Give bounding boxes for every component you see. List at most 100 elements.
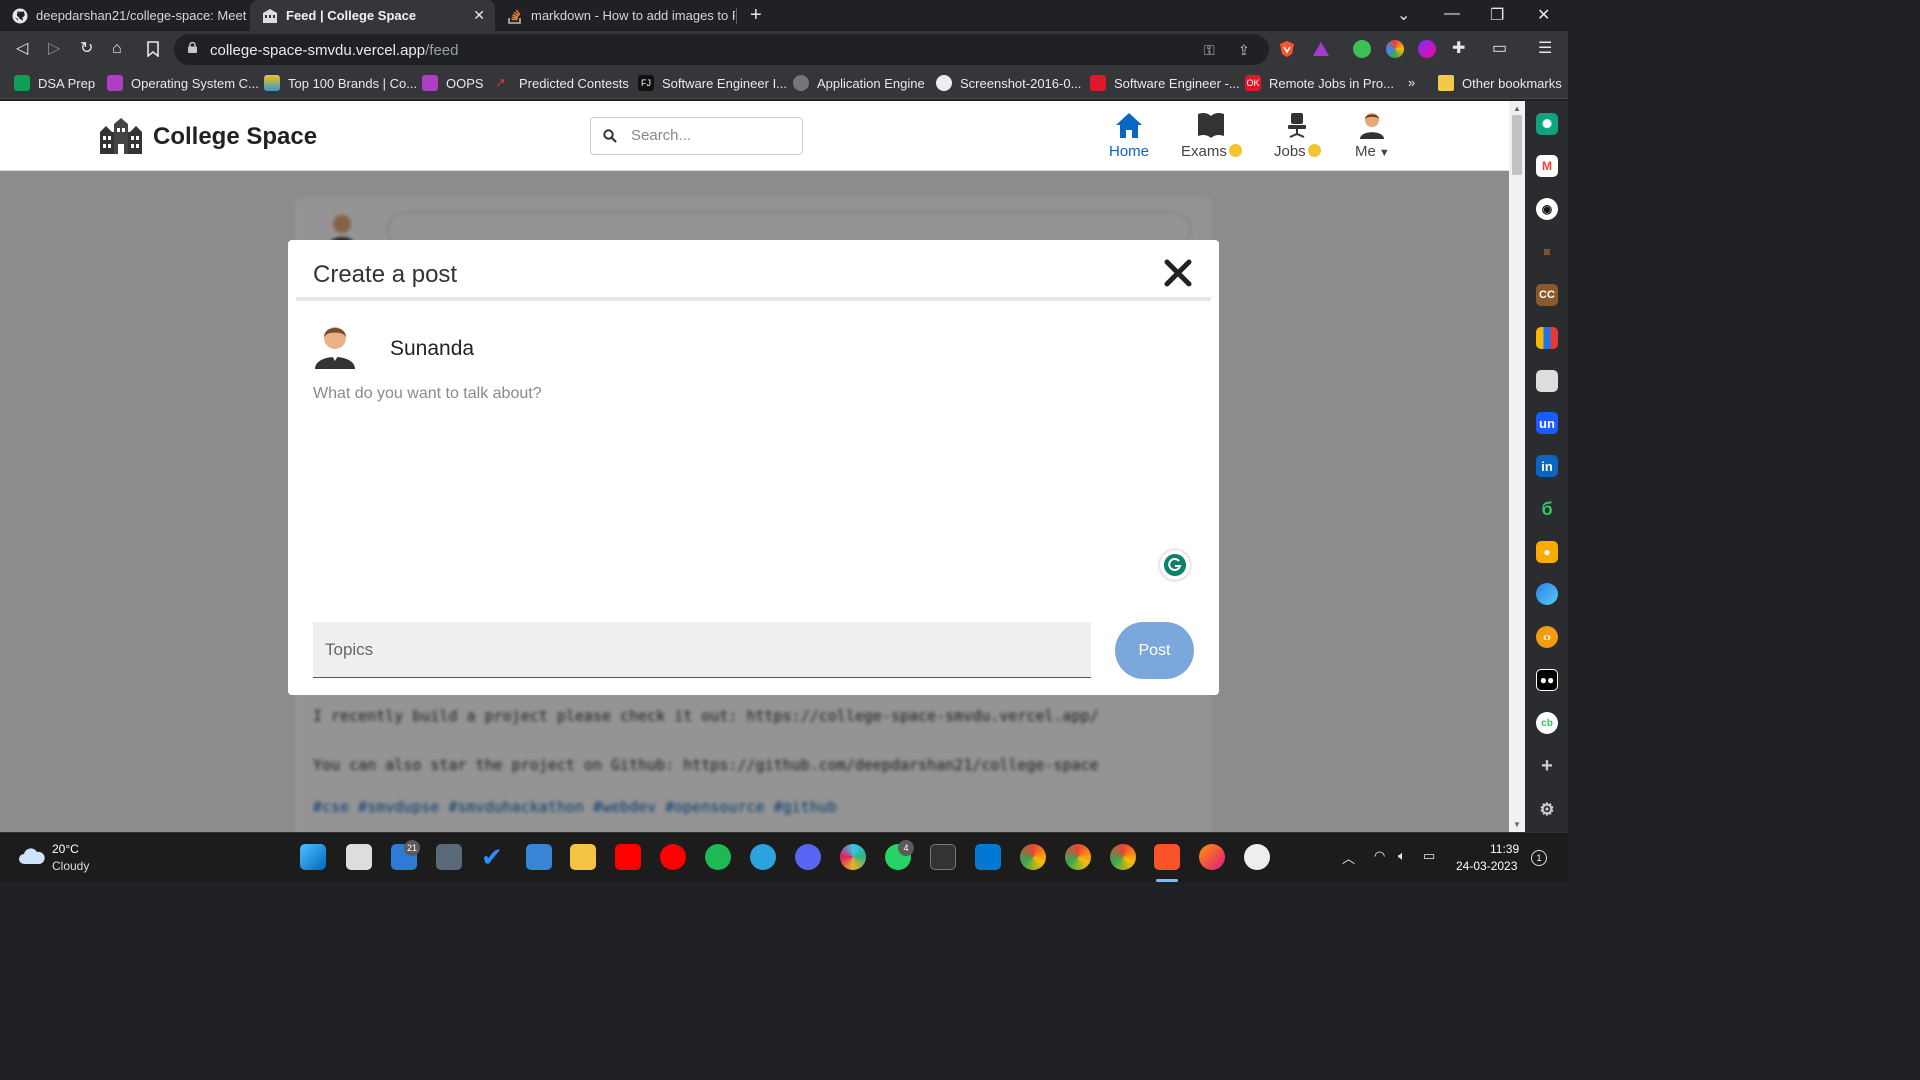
share-icon[interactable]: ⇪ — [1238, 42, 1250, 59]
keep-icon[interactable]: ● — [1536, 541, 1558, 563]
tab-search-icon[interactable]: ⌄ — [1397, 5, 1410, 25]
add-panel-icon[interactable]: + — [1536, 755, 1558, 777]
chrome-canary-icon[interactable] — [1110, 844, 1136, 870]
medium-icon[interactable]: ●● — [1536, 669, 1558, 691]
forward-button[interactable]: ▷ — [48, 40, 60, 58]
topics-input[interactable] — [313, 622, 1091, 678]
unstop-icon[interactable]: un — [1536, 412, 1558, 434]
start-icon[interactable] — [300, 844, 326, 870]
terminal-icon[interactable] — [930, 844, 956, 870]
stackoverflow-icon[interactable]: ≡ — [1536, 241, 1558, 263]
post-button[interactable]: Post — [1115, 622, 1194, 679]
brave-rewards-icon[interactable] — [1312, 40, 1330, 58]
youtube-icon[interactable] — [615, 844, 641, 870]
scroll-up-icon[interactable]: ▲ — [1513, 104, 1521, 113]
battery-icon[interactable]: ▭ — [1423, 848, 1435, 864]
tab-college-space[interactable]: Feed | College Space ✕ — [250, 0, 495, 31]
tab-stackoverflow[interactable]: markdown - How to add images to RE — [495, 0, 735, 31]
telegram-icon[interactable] — [750, 844, 776, 870]
linkedin-icon[interactable]: in — [1536, 455, 1558, 477]
task-view-icon[interactable] — [346, 844, 372, 870]
menu-icon[interactable]: ☰ — [1538, 40, 1552, 58]
close-icon[interactable] — [1162, 257, 1194, 289]
code-badge-icon[interactable]: ‹› — [1536, 626, 1558, 648]
restore-button[interactable]: ❐ — [1490, 5, 1504, 25]
clock-date[interactable]: 24-03-2023 — [1456, 859, 1517, 873]
nav-jobs[interactable]: Jobs — [1274, 111, 1321, 160]
spreadsheet-icon[interactable] — [1536, 370, 1558, 392]
page-scrollbar[interactable]: ▲ ▼ — [1509, 101, 1525, 832]
discord-icon[interactable] — [795, 844, 821, 870]
bookmark-item[interactable]: DSA Prep — [14, 75, 95, 91]
codeforces-icon[interactable] — [1536, 327, 1558, 349]
notification-badge[interactable]: 1 — [1531, 850, 1547, 866]
bookmark-icon[interactable] — [146, 41, 160, 57]
site-logo-text[interactable]: College Space — [153, 123, 317, 151]
brave-shields-icon[interactable] — [1278, 40, 1296, 58]
address-bar[interactable]: college-space-smvdu.vercel.app/feed ⚿ ⇪ — [174, 34, 1269, 65]
search-input[interactable] — [631, 127, 791, 144]
scrollbar-thumb[interactable] — [1512, 115, 1522, 175]
chrome-icon[interactable] — [1020, 844, 1046, 870]
clock-app-icon[interactable] — [1244, 844, 1270, 870]
youtube-music-icon[interactable] — [660, 844, 686, 870]
github-icon[interactable]: ◉ — [1536, 198, 1558, 220]
bookmark-item[interactable]: Screenshot-2016-0... — [936, 75, 1081, 91]
slack-icon[interactable] — [840, 844, 866, 870]
wifi-icon[interactable]: ◠ — [1374, 848, 1385, 864]
gear-icon[interactable]: ⚙ — [1536, 799, 1558, 821]
codechef-icon[interactable]: CC — [1536, 284, 1558, 306]
bookmarks-overflow-button[interactable]: » — [1408, 75, 1415, 90]
post-content-input[interactable] — [313, 385, 1193, 605]
volume-icon[interactable]: 🔈︎ — [1398, 848, 1406, 864]
bookmark-item[interactable]: FJ Software Engineer I... — [638, 75, 787, 91]
minimize-button[interactable]: — — [1444, 5, 1460, 23]
close-tab-icon[interactable]: ✕ — [473, 7, 485, 24]
file-explorer-icon[interactable] — [570, 844, 596, 870]
brave-icon[interactable] — [1154, 844, 1180, 870]
weather-condition[interactable]: Cloudy — [52, 859, 89, 873]
extension-color-icon[interactable] — [1386, 40, 1404, 58]
notepad-icon[interactable] — [526, 844, 552, 870]
weather-temperature[interactable]: 20°C — [52, 842, 79, 856]
gmail-icon[interactable]: M — [1536, 155, 1558, 177]
college-building-icon[interactable] — [100, 118, 142, 154]
chevron-up-icon[interactable]: ︿ — [1342, 848, 1355, 867]
reload-button[interactable]: ↻ — [80, 40, 93, 58]
bookmark-item[interactable]: ↗ Predicted Contests — [495, 75, 629, 91]
other-bookmarks[interactable]: Other bookmarks — [1438, 75, 1562, 91]
nav-me[interactable]: Me ▼ — [1355, 111, 1390, 160]
chrome-profile-icon[interactable] — [1065, 844, 1091, 870]
extensions-puzzle-icon[interactable]: ✚ — [1452, 40, 1465, 58]
bookmark-item[interactable]: Top 100 Brands | Co... — [264, 75, 417, 91]
bookmark-item[interactable]: Software Engineer -... — [1090, 75, 1240, 91]
new-tab-button[interactable]: + — [750, 4, 762, 27]
back-button[interactable]: ◁ — [16, 40, 28, 58]
scroll-down-icon[interactable]: ▼ — [1513, 820, 1521, 829]
tab-github[interactable]: deepdarshan21/college-space: Meet y — [0, 0, 250, 31]
todo-icon[interactable]: ✔ — [481, 844, 507, 870]
spotify-icon[interactable] — [705, 844, 731, 870]
vscode-icon[interactable] — [975, 844, 1001, 870]
nav-exams[interactable]: Exams — [1181, 111, 1242, 160]
close-window-button[interactable]: ✕ — [1537, 5, 1550, 25]
extension-gradient-icon[interactable] — [1418, 40, 1436, 58]
codebuddy-icon[interactable]: cb — [1536, 712, 1558, 734]
extension-plus-icon[interactable] — [1353, 40, 1371, 58]
messenger-icon[interactable] — [1536, 583, 1558, 605]
bookmark-item[interactable]: OK Remote Jobs in Pro... — [1245, 75, 1394, 91]
nav-home[interactable]: Home — [1109, 111, 1149, 160]
home-button[interactable]: ⌂ — [112, 40, 122, 58]
calculator-icon[interactable] — [436, 844, 462, 870]
chatgpt-icon[interactable]: ✺ — [1536, 113, 1558, 135]
bookmark-item[interactable]: OOPS — [422, 75, 484, 91]
firefox-icon[interactable] — [1199, 844, 1225, 870]
bookmark-item[interactable]: Operating System C... — [107, 75, 259, 91]
gfg-icon[interactable]: б — [1536, 498, 1558, 520]
key-icon[interactable]: ⚿ — [1204, 42, 1215, 59]
wallet-icon[interactable]: ▭ — [1492, 40, 1507, 58]
clock-time[interactable]: 11:39 — [1490, 842, 1519, 856]
search-box[interactable] — [590, 117, 803, 155]
bookmark-item[interactable]: Application Engine — [793, 75, 925, 91]
grammarly-icon[interactable] — [1160, 550, 1190, 580]
